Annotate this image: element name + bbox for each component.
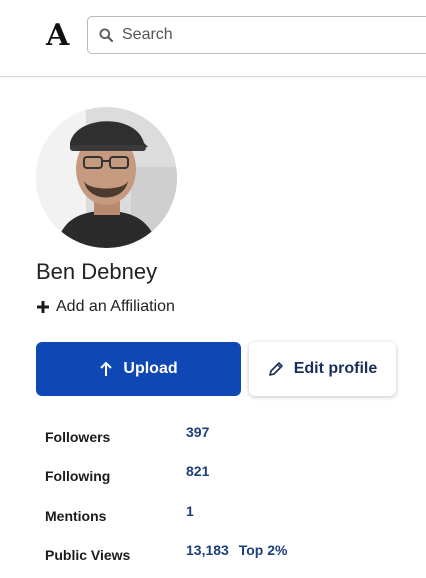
profile-name: Ben Debney: [36, 259, 158, 284]
stat-row-following: Following 821: [45, 463, 405, 485]
stat-number: 821: [186, 463, 210, 479]
stat-value[interactable]: 821: [186, 463, 209, 479]
stat-value[interactable]: 397: [186, 424, 209, 440]
site-logo[interactable]: A: [46, 18, 69, 54]
edit-profile-button[interactable]: Edit profile: [249, 342, 396, 396]
avatar[interactable]: [36, 107, 177, 248]
stat-row-followers: Followers 397: [45, 424, 405, 446]
top-bar: A: [0, 0, 426, 77]
search-input[interactable]: [122, 17, 422, 53]
stat-row-public-views: Public Views 13,183 Top 2%: [45, 542, 405, 564]
stat-value[interactable]: 13,183 Top 2%: [186, 542, 287, 558]
upload-button[interactable]: Upload: [36, 342, 241, 396]
stat-value[interactable]: 1: [186, 503, 194, 519]
stat-row-mentions: Mentions 1: [45, 503, 405, 525]
plus-icon: [37, 301, 49, 313]
stat-label: Mentions: [45, 508, 107, 524]
search-icon: [99, 28, 113, 42]
stat-label: Public Views: [45, 547, 131, 563]
avatar-photo: [36, 107, 177, 248]
stat-label: Following: [45, 468, 111, 484]
edit-profile-label: Edit profile: [293, 360, 378, 377]
stat-number: 397: [186, 424, 210, 440]
pencil-icon: [268, 362, 283, 376]
arrow-up-icon: [100, 361, 113, 376]
add-affiliation-label: Add an Affiliation: [56, 298, 175, 315]
add-affiliation-link[interactable]: Add an Affiliation: [36, 296, 175, 318]
stat-label: Followers: [45, 429, 111, 445]
search-box[interactable]: [87, 16, 426, 54]
stat-number: 13,183: [186, 542, 229, 558]
stat-rank-badge: Top 2%: [238, 542, 288, 558]
stat-number: 1: [186, 503, 194, 519]
upload-button-label: Upload: [123, 360, 178, 377]
